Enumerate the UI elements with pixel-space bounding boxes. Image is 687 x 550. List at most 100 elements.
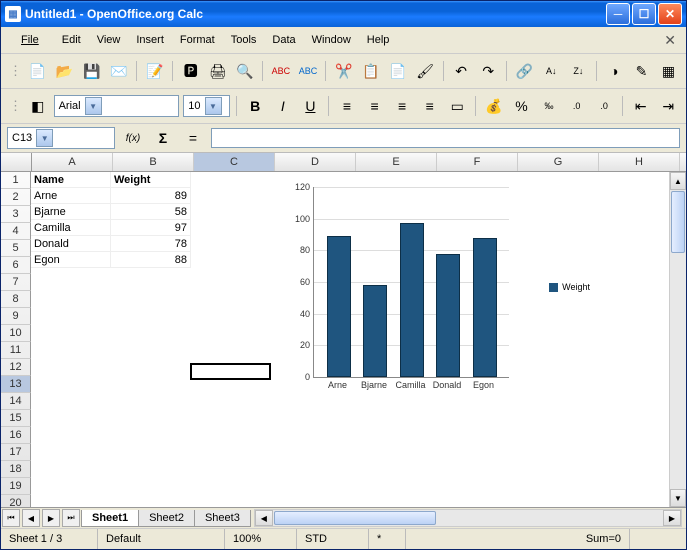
cell[interactable]: Weight xyxy=(111,172,191,188)
align-left-icon[interactable]: ≡ xyxy=(335,94,359,118)
close-button[interactable]: ✕ xyxy=(658,3,682,25)
menu-edit[interactable]: Edit xyxy=(55,32,88,48)
row-header[interactable]: 10 xyxy=(1,325,31,342)
sum-icon[interactable]: Σ xyxy=(151,126,175,150)
row-header[interactable]: 15 xyxy=(1,410,31,427)
column-header[interactable]: C xyxy=(194,153,275,171)
number-icon[interactable]: ‰ xyxy=(537,94,561,118)
toolbar-handle[interactable]: ⋮ xyxy=(7,98,22,114)
percent-icon[interactable]: % xyxy=(510,94,534,118)
new-icon[interactable]: 📄 xyxy=(26,59,49,83)
redo-icon[interactable]: ↷ xyxy=(477,59,500,83)
select-all-corner[interactable] xyxy=(1,153,32,171)
sheet-tab[interactable]: Sheet2 xyxy=(138,510,195,527)
menu-format[interactable]: Format xyxy=(173,32,222,48)
row-header[interactable]: 7 xyxy=(1,274,31,291)
menu-window[interactable]: Window xyxy=(305,32,358,48)
tab-nav-next-icon[interactable]: ▶ xyxy=(42,509,60,527)
spellcheck-icon[interactable]: ABC xyxy=(269,59,292,83)
sort-asc-icon[interactable]: A↓ xyxy=(540,59,563,83)
row-header[interactable]: 9 xyxy=(1,308,31,325)
paste-icon[interactable]: 📄 xyxy=(387,59,410,83)
row-header[interactable]: 18 xyxy=(1,461,31,478)
row-header[interactable]: 13 xyxy=(1,376,31,393)
status-zoom[interactable]: 100% xyxy=(225,529,297,549)
status-mode[interactable]: STD xyxy=(297,529,369,549)
cell[interactable]: Egon xyxy=(31,252,111,268)
merge-icon[interactable]: ▭ xyxy=(445,94,469,118)
cell[interactable]: Name xyxy=(31,172,111,188)
navigator-icon[interactable]: ✎ xyxy=(630,59,653,83)
row-header[interactable]: 12 xyxy=(1,359,31,376)
row-header[interactable]: 2 xyxy=(1,189,31,206)
format-paint-icon[interactable]: 🖌 xyxy=(414,59,437,83)
del-decimal-icon[interactable]: .0 xyxy=(592,94,616,118)
row-header[interactable]: 19 xyxy=(1,478,31,495)
function-wizard-icon[interactable]: f(x) xyxy=(121,126,145,150)
row-header[interactable]: 14 xyxy=(1,393,31,410)
open-icon[interactable]: 📂 xyxy=(53,59,76,83)
row-header[interactable]: 8 xyxy=(1,291,31,308)
justify-icon[interactable]: ≡ xyxy=(418,94,442,118)
bold-icon[interactable]: B xyxy=(243,94,267,118)
cut-icon[interactable]: ✂️ xyxy=(332,59,355,83)
row-header[interactable]: 17 xyxy=(1,444,31,461)
menu-view[interactable]: View xyxy=(90,32,128,48)
vertical-scrollbar[interactable]: ▲ ▼ xyxy=(669,172,686,507)
cell[interactable]: Camilla xyxy=(31,220,111,236)
selected-cell[interactable] xyxy=(190,363,271,380)
sort-desc-icon[interactable]: Z↓ xyxy=(567,59,590,83)
scroll-up-icon[interactable]: ▲ xyxy=(670,172,686,190)
cell-grid[interactable]: 020406080100120 Weight ArneBjarneCamilla… xyxy=(31,172,669,507)
chevron-down-icon[interactable]: ▼ xyxy=(85,97,102,115)
name-box[interactable]: C13 ▼ xyxy=(7,127,115,149)
menu-help[interactable]: Help xyxy=(360,32,397,48)
close-document-button[interactable]: ✕ xyxy=(660,30,680,51)
menu-data[interactable]: Data xyxy=(265,32,302,48)
menu-file[interactable]: File xyxy=(7,32,53,48)
column-header[interactable]: D xyxy=(275,153,356,171)
currency-icon[interactable]: 💰 xyxy=(482,94,506,118)
underline-icon[interactable]: U xyxy=(299,94,323,118)
cell[interactable]: 78 xyxy=(111,236,191,252)
menu-insert[interactable]: Insert xyxy=(129,32,171,48)
cell[interactable]: Arne xyxy=(31,188,111,204)
column-header[interactable]: A xyxy=(32,153,113,171)
cell[interactable]: Donald xyxy=(31,236,111,252)
row-header[interactable]: 16 xyxy=(1,427,31,444)
tab-nav-prev-icon[interactable]: ◀ xyxy=(22,509,40,527)
cell[interactable]: 97 xyxy=(111,220,191,236)
column-header[interactable]: H xyxy=(599,153,680,171)
dec-indent-icon[interactable]: ⇤ xyxy=(629,94,653,118)
italic-icon[interactable]: I xyxy=(271,94,295,118)
cell[interactable]: 89 xyxy=(111,188,191,204)
status-sum[interactable]: Sum=0 xyxy=(406,529,630,549)
formula-input[interactable] xyxy=(211,128,680,148)
cell[interactable]: 58 xyxy=(111,204,191,220)
undo-icon[interactable]: ↶ xyxy=(450,59,473,83)
pdf-icon[interactable]: 🅿 xyxy=(179,59,202,83)
email-icon[interactable]: ✉️ xyxy=(107,59,130,83)
row-header[interactable]: 3 xyxy=(1,206,31,223)
preview-icon[interactable]: 🔍 xyxy=(233,59,256,83)
sheet-tab[interactable]: Sheet3 xyxy=(194,510,251,527)
equals-icon[interactable]: = xyxy=(181,126,205,150)
scroll-thumb[interactable] xyxy=(274,511,436,525)
chart-icon[interactable]: ◑ xyxy=(603,59,626,83)
column-header[interactable]: G xyxy=(518,153,599,171)
menu-tools[interactable]: Tools xyxy=(224,32,264,48)
scroll-thumb[interactable] xyxy=(671,191,685,253)
embedded-chart[interactable]: 020406080100120 Weight ArneBjarneCamilla… xyxy=(288,177,598,407)
row-header[interactable]: 4 xyxy=(1,223,31,240)
inc-indent-icon[interactable]: ⇥ xyxy=(657,94,681,118)
print-icon[interactable]: 🖨 xyxy=(206,59,229,83)
cell[interactable]: Bjarne xyxy=(31,204,111,220)
autospell-icon[interactable]: ABC xyxy=(296,59,319,83)
hyperlink-icon[interactable]: 🔗 xyxy=(513,59,536,83)
styles-icon[interactable]: ◧ xyxy=(26,94,50,118)
row-header[interactable]: 11 xyxy=(1,342,31,359)
toolbar-handle[interactable]: ⋮ xyxy=(7,63,22,79)
maximize-button[interactable]: ☐ xyxy=(632,3,656,25)
row-header[interactable]: 20 xyxy=(1,495,31,507)
minimize-button[interactable]: ─ xyxy=(606,3,630,25)
